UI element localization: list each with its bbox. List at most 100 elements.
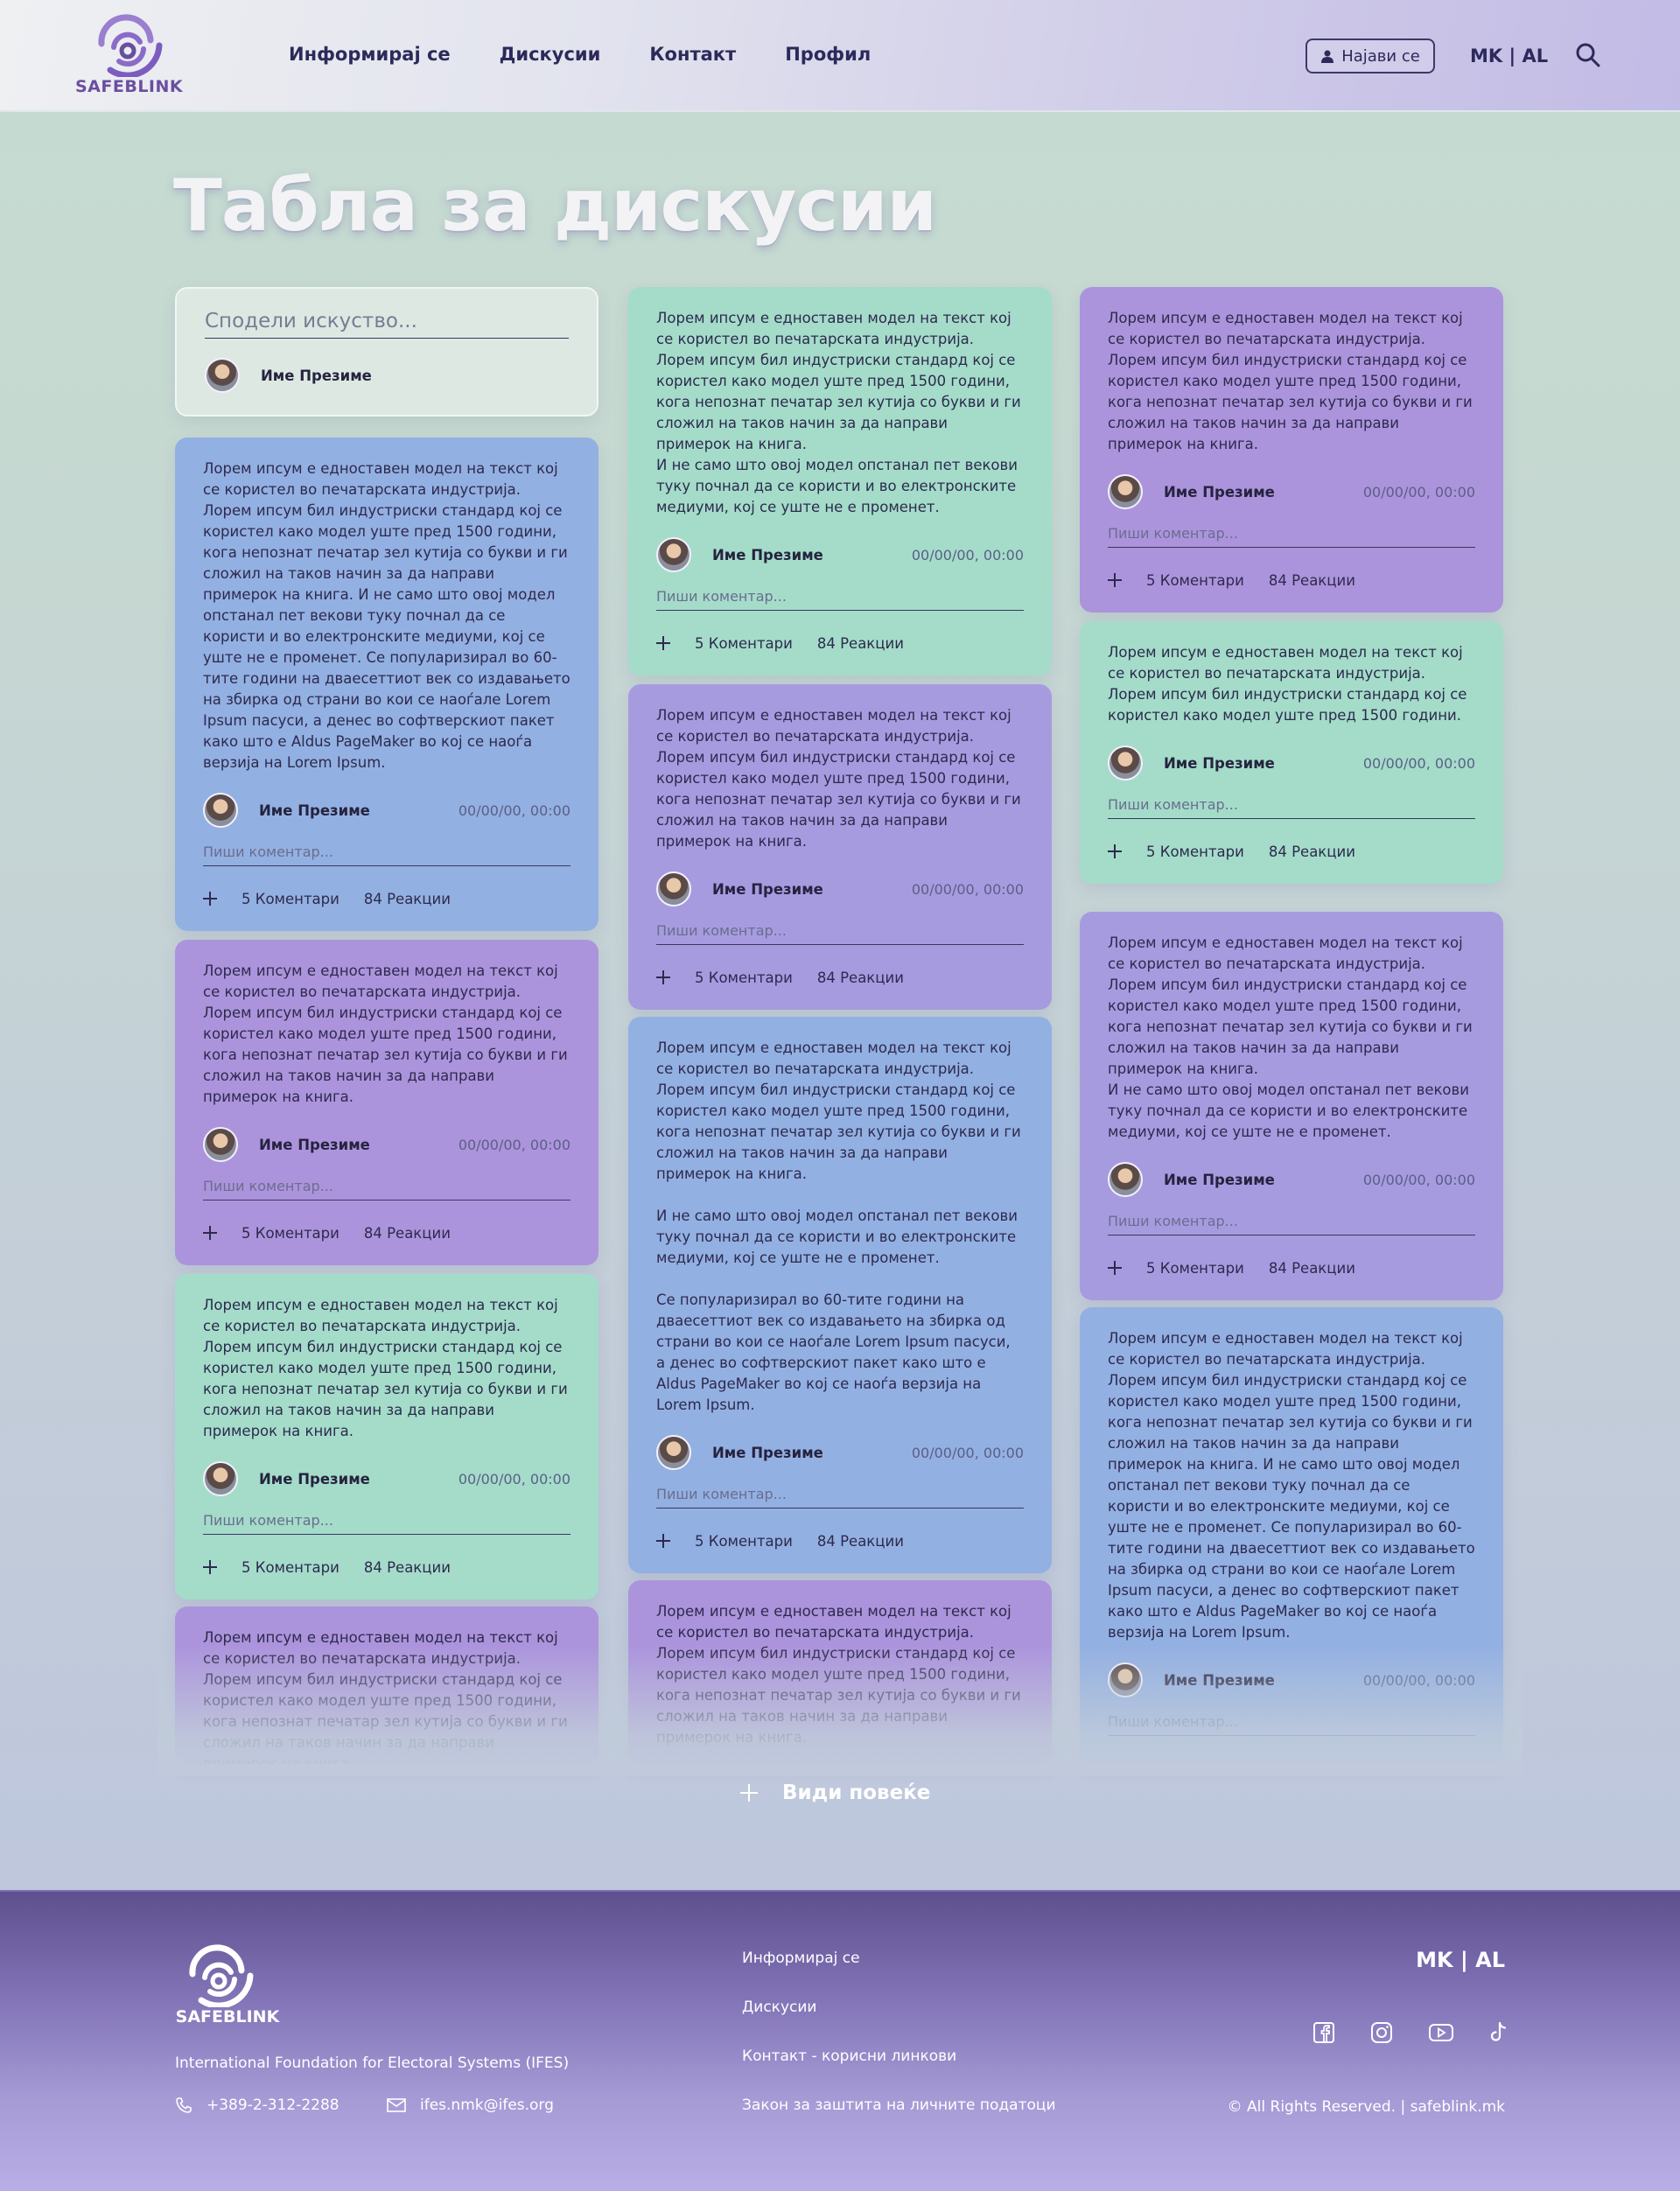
comment-input[interactable]: Пиши коментар...	[1108, 525, 1475, 548]
nav-item-contact[interactable]: Контакт	[649, 44, 736, 65]
comment-input[interactable]: Пиши коментар...	[1108, 796, 1475, 819]
post-text: Лорем ипсум е едноставен модел на текст …	[203, 460, 570, 771]
see-more-label: Види повеќе	[782, 1782, 931, 1804]
comment-input[interactable]: Пиши коментар...	[203, 844, 570, 866]
add-reaction-icon[interactable]	[656, 1534, 670, 1548]
author-name: Име Презиме	[259, 1470, 370, 1488]
post-card: Лорем ипсум е едноставен модел на текст …	[628, 684, 1052, 1010]
phone-contact[interactable]: +389-2-312-2288	[175, 2096, 340, 2114]
footer-link-inform[interactable]: Информирај се	[742, 1950, 1056, 1967]
comments-count[interactable]: 5 Коментари	[242, 891, 340, 907]
post-date: 00/00/00, 00:00	[911, 546, 1024, 564]
add-reaction-icon[interactable]	[656, 636, 670, 650]
comments-count[interactable]: 5 Коментари	[695, 970, 793, 986]
reactions-count[interactable]: 84 Реакции	[364, 1225, 451, 1242]
avatar	[205, 358, 240, 393]
share-input[interactable]: Сподели искуство...	[205, 310, 569, 339]
youtube-icon[interactable]	[1428, 2021, 1454, 2044]
avatar	[1108, 1162, 1143, 1197]
phone-icon	[176, 2097, 192, 2113]
add-reaction-icon[interactable]	[1108, 844, 1122, 858]
author-name: Име Презиме	[259, 802, 370, 819]
post-date: 00/00/00, 00:00	[458, 802, 570, 819]
mail-icon	[387, 2098, 406, 2112]
avatar	[1108, 474, 1143, 509]
author-name: Име Презиме	[712, 880, 823, 898]
reactions-count[interactable]: 84 Реакции	[364, 1559, 451, 1576]
user-icon	[1321, 50, 1334, 63]
post-date: 00/00/00, 00:00	[1362, 483, 1475, 500]
comment-input[interactable]: Пиши коментар...	[203, 1512, 570, 1535]
comments-count[interactable]: 5 Коментари	[1146, 1260, 1244, 1277]
author-name: Име Презиме	[712, 546, 823, 564]
footer-links: Информирај се Дискусии Контакт - корисни…	[742, 1950, 1056, 2114]
language-switcher[interactable]: MK | AL	[1470, 46, 1548, 66]
add-reaction-icon[interactable]	[1108, 573, 1122, 587]
comment-input[interactable]: Пиши коментар...	[656, 1486, 1024, 1508]
footer-logo[interactable]: SAFEBLINK	[175, 1944, 280, 2032]
share-experience-card: Сподели искуство... Име Презиме	[175, 287, 598, 416]
post-card: Лорем ипсум е едноставен модел на текст …	[1080, 621, 1503, 884]
post-text: Лорем ипсум е едноставен модел на текст …	[1108, 934, 1473, 1140]
site-header: SAFEBLINK Информирај се Дискусии Контакт…	[0, 0, 1680, 112]
search-icon[interactable]	[1575, 42, 1601, 68]
avatar	[656, 872, 691, 906]
login-button[interactable]: Најави се	[1306, 38, 1435, 74]
reactions-count[interactable]: 84 Реакции	[1269, 1260, 1355, 1277]
comments-count[interactable]: 5 Коментари	[1146, 844, 1244, 860]
comment-input[interactable]: Пиши коментар...	[1108, 1213, 1475, 1236]
post-text: Лорем ипсум е едноставен модел на текст …	[203, 962, 568, 1105]
post-text: Лорем ипсум е едноставен модел на текст …	[656, 707, 1021, 850]
facebook-icon[interactable]	[1312, 2021, 1335, 2044]
post-card: Лорем ипсум е едноставен модел на текст …	[175, 940, 598, 1265]
tiktok-icon[interactable]	[1489, 2021, 1510, 2044]
reactions-count[interactable]: 84 Реакции	[817, 635, 904, 652]
post-text: Лорем ипсум е едноставен модел на текст …	[1108, 644, 1467, 724]
email-contact[interactable]: ifes.nmk@ifes.org	[387, 2096, 554, 2114]
post-date: 00/00/00, 00:00	[1362, 754, 1475, 772]
post-card: Лорем ипсум е едноставен модел на текст …	[175, 1274, 598, 1600]
post-text: Лорем ипсум е едноставен модел на текст …	[1108, 310, 1473, 452]
instagram-icon[interactable]	[1370, 2021, 1393, 2044]
organization-name: International Foundation for Electoral S…	[175, 2054, 570, 2072]
post-text: Лорем ипсум е едноставен модел на текст …	[203, 1297, 568, 1439]
comments-count[interactable]: 5 Коментари	[242, 1559, 340, 1576]
comment-input[interactable]: Пиши коментар...	[656, 922, 1024, 945]
footer-link-contact[interactable]: Контакт - корисни линкови	[742, 2048, 1056, 2065]
reactions-count[interactable]: 84 Реакции	[1269, 572, 1355, 589]
comment-input[interactable]: Пиши коментар...	[203, 1178, 570, 1200]
author-name: Име Презиме	[1164, 483, 1275, 500]
add-reaction-icon[interactable]	[203, 1226, 217, 1240]
footer-link-privacy[interactable]: Закон за заштита на личните податоци	[742, 2096, 1056, 2114]
logo[interactable]: SAFEBLINK	[75, 14, 183, 98]
footer-logo-text: SAFEBLINK	[175, 2007, 280, 2026]
nav-item-discussions[interactable]: Дискусии	[500, 44, 601, 65]
author-name: Име Презиме	[1164, 754, 1275, 772]
comments-count[interactable]: 5 Коментари	[695, 1533, 793, 1550]
comments-count[interactable]: 5 Коментари	[1146, 572, 1244, 589]
footer-link-discussions[interactable]: Дискусии	[742, 1998, 1056, 2016]
site-footer: SAFEBLINK International Foundation for E…	[0, 1890, 1680, 2191]
author-name: Име Презиме	[712, 1444, 823, 1461]
comments-count[interactable]: 5 Коментари	[242, 1225, 340, 1242]
reactions-count[interactable]: 84 Реакции	[817, 1533, 904, 1550]
nav-item-profile[interactable]: Профил	[785, 44, 871, 65]
reactions-count[interactable]: 84 Реакции	[364, 891, 451, 907]
reactions-count[interactable]: 84 Реакции	[817, 970, 904, 986]
footer-language-switcher[interactable]: MK | AL	[1416, 1948, 1505, 1972]
nav-item-inform[interactable]: Информирај се	[289, 44, 451, 65]
add-reaction-icon[interactable]	[203, 892, 217, 906]
avatar	[656, 1435, 691, 1470]
logo-mark-icon	[189, 1944, 254, 2009]
add-reaction-icon[interactable]	[656, 970, 670, 984]
comments-count[interactable]: 5 Коментари	[695, 635, 793, 652]
avatar	[1108, 746, 1143, 780]
avatar	[656, 537, 691, 572]
add-reaction-icon[interactable]	[1108, 1261, 1122, 1275]
add-reaction-icon[interactable]	[203, 1560, 217, 1574]
reactions-count[interactable]: 84 Реакции	[1269, 844, 1355, 860]
comment-input[interactable]: Пиши коментар...	[656, 588, 1024, 611]
see-more-button[interactable]: Види повеќе	[740, 1782, 930, 1804]
author-name: Име Презиме	[1164, 1171, 1275, 1188]
fade-overlay	[158, 1645, 1522, 1776]
